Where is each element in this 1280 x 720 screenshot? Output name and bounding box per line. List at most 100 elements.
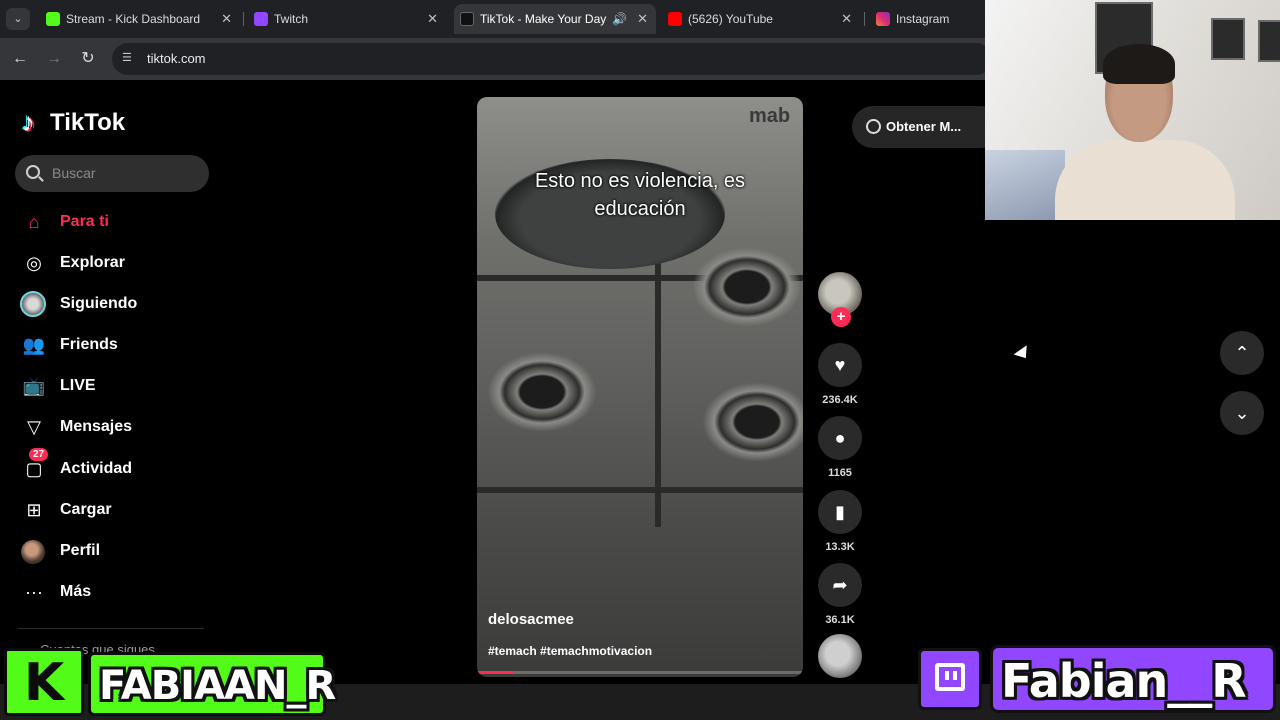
chevron-down-icon: ⌄ [1234, 403, 1250, 423]
sidebar-item-label: Actividad [60, 460, 133, 477]
upload-icon: ⊞ [26, 500, 42, 520]
youtube-icon [668, 12, 682, 26]
bookmark-icon: ▮ [835, 502, 845, 522]
video-caption: Esto no es violencia, es educación [534, 170, 746, 220]
notification-badge: 27 [29, 448, 49, 461]
tab-kick-dashboard[interactable]: Stream - Kick Dashboard ✕ [40, 4, 240, 34]
share-button[interactable]: ➦ [818, 563, 862, 607]
twitch-glitch-icon [935, 663, 965, 691]
sidebar-item-cargar[interactable]: ⊞ Cargar [18, 493, 208, 527]
wall-frame [1211, 18, 1245, 60]
close-icon[interactable]: ✕ [427, 4, 438, 34]
more-icon: ··· [25, 582, 43, 602]
tiktok-note-icon: ♪ [22, 107, 35, 137]
kick-username-banner: FABIAAN_R [88, 652, 336, 716]
webcam-overlay [985, 0, 1280, 220]
search-input[interactable] [52, 163, 202, 183]
live-tv-icon: 📺 [22, 376, 46, 396]
follow-plus-icon[interactable]: + [831, 307, 851, 327]
video-hashtags[interactable]: #temach #temachmotivacion [488, 644, 652, 658]
sidebar-item-label: LIVE [60, 377, 96, 394]
sidebar-item-label: Cargar [60, 501, 112, 518]
sidebar-item-actividad[interactable]: ▢ 27 Actividad [18, 448, 208, 486]
person-body [1055, 140, 1235, 220]
tab-search-button[interactable]: ⌄ [6, 8, 30, 30]
get-app-label: Obtener M... [886, 119, 962, 134]
get-app-button[interactable]: Obtener M... [852, 106, 1002, 148]
video-progress-fill [477, 671, 513, 674]
kick-logo-icon: K [4, 648, 84, 716]
sidebar-item-mensajes[interactable]: ▽ Mensajes [18, 410, 208, 444]
sidebar-item-label: Más [60, 583, 92, 600]
sidebar-item-perfil[interactable]: Perfil [18, 534, 208, 568]
sidebar-item-label: Perfil [60, 542, 101, 559]
compass-icon: ◎ [26, 253, 42, 273]
search-icon[interactable] [26, 165, 40, 179]
url-text: tiktok.com [147, 51, 206, 66]
tab-tiktok[interactable]: TikTok - Make Your Day 🔊 ✕ [454, 4, 656, 34]
share-icon: ➦ [832, 575, 848, 595]
like-button[interactable]: ♥ [818, 343, 862, 387]
sidebar-item-label: Friends [60, 336, 118, 353]
sidebar-divider [18, 628, 204, 629]
video-progress-bar[interactable] [477, 671, 803, 674]
video-username[interactable]: delosacmee [488, 611, 574, 628]
person-hair [1103, 44, 1175, 84]
back-arrow-icon[interactable]: ← [9, 48, 31, 70]
chevron-up-icon: ⌃ [1234, 343, 1250, 363]
sidebar-item-label: Explorar [60, 254, 125, 271]
close-icon[interactable]: ✕ [637, 4, 648, 34]
sidebar-item-para-ti[interactable]: ⌂ Para ti [18, 205, 208, 239]
tab-divider [864, 12, 865, 26]
like-count: 236.4K [822, 394, 858, 406]
wall-frame [1258, 20, 1280, 62]
sidebar-item-friends[interactable]: 👥 Friends [18, 328, 208, 362]
sidebar-item-live[interactable]: 📺 LIVE [18, 369, 208, 403]
tab-title: Stream - Kick Dashboard [66, 12, 201, 26]
tab-divider [243, 12, 244, 26]
sidebar-item-label: Para ti [60, 213, 109, 230]
tab-title: TikTok - Make Your Day [480, 12, 607, 26]
home-icon: ⌂ [28, 212, 40, 232]
stove-brand-text: mab [749, 105, 791, 127]
next-video-button[interactable]: ⌄ [1220, 391, 1264, 435]
tab-youtube[interactable]: (5626) YouTube ✕ [662, 4, 860, 34]
forward-arrow-icon[interactable]: → [43, 48, 65, 70]
twitch-icon [254, 12, 268, 26]
save-count: 13.3K [825, 541, 855, 553]
sidebar-item-mas[interactable]: ··· Más [18, 575, 208, 609]
stove-grate [655, 227, 661, 527]
search-box[interactable] [15, 155, 209, 192]
address-bar[interactable]: ☰ tiktok.com [112, 43, 992, 75]
sidebar-item-siguiendo[interactable]: Siguiendo [18, 287, 208, 321]
logo-text: TikTok [50, 109, 126, 136]
stove-grate [477, 487, 803, 493]
next-video-avatar[interactable] [818, 634, 862, 678]
sidebar-item-explorar[interactable]: ◎ Explorar [18, 246, 208, 280]
comment-icon: ● [834, 428, 846, 448]
speaker-icon[interactable]: 🔊 [612, 4, 627, 34]
reload-icon[interactable]: ↻ [77, 48, 99, 70]
close-icon[interactable]: ✕ [841, 4, 852, 34]
previous-video-button[interactable]: ⌃ [1220, 331, 1264, 375]
stove-burner [692, 247, 802, 327]
video-player[interactable]: mab Esto no es violencia, es educación d… [477, 97, 803, 677]
heart-icon: ♥ [834, 355, 846, 375]
tab-title: (5626) YouTube [688, 12, 773, 26]
tab-twitch[interactable]: Twitch ✕ [248, 4, 446, 34]
tab-title: Instagram [896, 12, 950, 26]
twitch-username-banner: Fabian__R [990, 645, 1276, 713]
stove-burner [487, 352, 597, 432]
close-icon[interactable]: ✕ [221, 4, 232, 34]
stove-burner [702, 382, 803, 462]
save-button[interactable]: ▮ [818, 490, 862, 534]
instagram-icon [876, 12, 890, 26]
sidebar-item-label: Mensajes [60, 418, 133, 435]
tab-title: Twitch [274, 12, 309, 26]
mouse-cursor-icon [1013, 345, 1033, 363]
comment-count: 1165 [828, 467, 852, 479]
friends-icon: 👥 [22, 335, 46, 355]
site-info-icon[interactable]: ☰ [122, 51, 136, 65]
tab-instagram[interactable]: Instagram [870, 4, 990, 34]
comment-button[interactable]: ● [818, 416, 862, 460]
